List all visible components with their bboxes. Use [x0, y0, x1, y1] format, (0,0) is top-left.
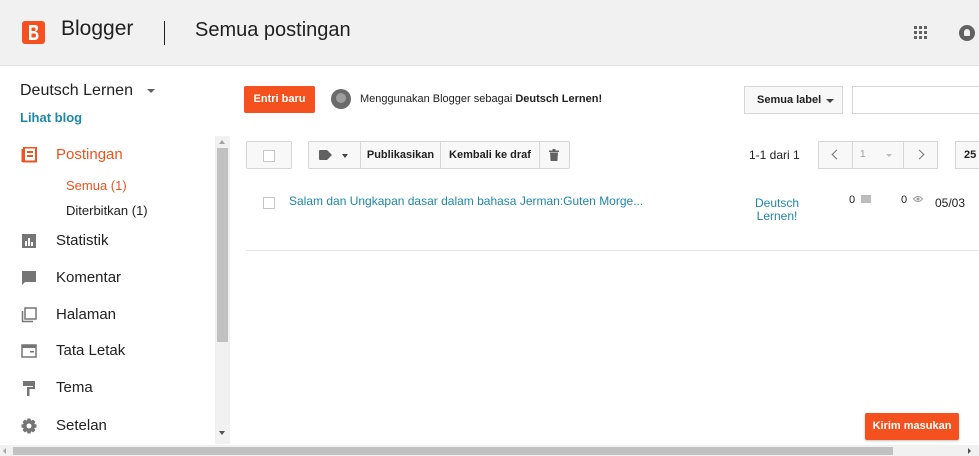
- label-filter-dropdown[interactable]: Semua label: [744, 86, 843, 114]
- layout-icon: [21, 344, 37, 358]
- using-prefix: Menggunakan Blogger sebagai: [360, 93, 516, 105]
- post-date: 05/03: [935, 196, 966, 210]
- comment-icon: [861, 195, 871, 203]
- sidebar-item-pages[interactable]: Halaman: [0, 300, 215, 330]
- sidebar-item-theme[interactable]: Tema: [0, 373, 215, 403]
- sidebar-item-posts[interactable]: Postingan: [0, 140, 215, 170]
- bulk-actions-toolbar: Publikasikan Kembali ke draf: [308, 141, 570, 169]
- pages-icon: [21, 307, 37, 323]
- header-divider: [164, 21, 165, 45]
- using-blog-name: Deutsch Lernen!: [515, 93, 603, 105]
- chevron-down-icon: [342, 154, 348, 158]
- sidebar-item-label: Tema: [56, 379, 93, 396]
- view-count: 0: [901, 194, 908, 206]
- settings-icon: [21, 418, 37, 434]
- eye-icon: [913, 196, 923, 202]
- sidebar-item-settings[interactable]: Setelan: [0, 411, 215, 441]
- sidebar-item-label: Komentar: [56, 269, 122, 286]
- sidebar-subitem-all[interactable]: Semua (1): [66, 178, 127, 193]
- select-all-checkbox-button[interactable]: [246, 141, 292, 169]
- sidebar-item-label: Setelan: [56, 417, 107, 434]
- post-blog-link[interactable]: Deutsch Lernen!: [747, 197, 807, 223]
- avatar[interactable]: [331, 89, 351, 109]
- sidebar-item-comments[interactable]: Komentar: [0, 263, 215, 293]
- label-filter-value: Semua label: [757, 94, 822, 106]
- previous-page-button[interactable]: [818, 141, 853, 169]
- sidebar-item-label: Statistik: [56, 232, 109, 249]
- search-input[interactable]: [852, 86, 979, 114]
- blog-selector[interactable]: Deutsch Lernen: [20, 82, 133, 100]
- view-blog-link[interactable]: Lihat blog: [20, 110, 82, 125]
- label-menu-button[interactable]: [309, 142, 361, 168]
- sidebar-item-label: Postingan: [56, 146, 123, 163]
- revert-to-draft-button[interactable]: Kembali ke draf: [441, 142, 540, 168]
- scroll-right-arrow-icon[interactable]: [968, 448, 971, 454]
- apps-grid-icon[interactable]: [914, 26, 928, 40]
- sidebar-subitem-published[interactable]: Diterbitkan (1): [66, 203, 148, 218]
- chevron-down-icon: [886, 154, 892, 157]
- trash-icon: [549, 149, 559, 161]
- page-select-value: 1: [860, 149, 866, 160]
- chevron-left-icon: [831, 149, 842, 160]
- brand-name[interactable]: Blogger: [61, 17, 133, 41]
- sidebar: Deutsch Lernen Lihat blog Postingan Semu…: [0, 67, 230, 445]
- scroll-left-arrow-icon[interactable]: [3, 448, 6, 454]
- label-tag-icon: [319, 150, 332, 160]
- scroll-up-arrow-icon[interactable]: [219, 140, 225, 144]
- stats-icon: [22, 234, 36, 248]
- delete-button[interactable]: [540, 142, 569, 168]
- sidebar-item-label: Halaman: [56, 306, 117, 323]
- scroll-down-arrow-icon[interactable]: [219, 431, 225, 435]
- horizontal-scrollbar-thumb[interactable]: [13, 447, 893, 455]
- chevron-right-icon: [914, 149, 925, 160]
- chevron-down-icon: [826, 99, 834, 103]
- pagination-summary: 1-1 dari 1: [749, 148, 800, 162]
- using-blogger-as-text: Menggunakan Blogger sebagai Deutsch Lern…: [360, 93, 602, 105]
- publish-button[interactable]: Publikasikan: [361, 142, 441, 168]
- sidebar-item-layout[interactable]: Tata Letak: [0, 336, 215, 366]
- top-header: Blogger Semua postingan: [0, 0, 979, 66]
- next-page-button[interactable]: [903, 141, 938, 169]
- sidebar-item-stats[interactable]: Statistik: [0, 226, 215, 256]
- post-title-link[interactable]: Salam dan Ungkapan dasar dalam bahasa Je…: [289, 194, 643, 208]
- checkbox[interactable]: [263, 150, 275, 162]
- chevron-down-icon[interactable]: [147, 89, 155, 93]
- notifications-icon[interactable]: [959, 25, 975, 41]
- page-title: Semua postingan: [195, 19, 351, 41]
- table-row[interactable]: Salam dan Ungkapan dasar dalam bahasa Je…: [246, 185, 979, 251]
- comment-icon: [22, 271, 36, 285]
- sidebar-scrollbar-thumb[interactable]: [217, 148, 228, 342]
- new-post-button[interactable]: Entri baru: [244, 86, 315, 113]
- comment-count: 0: [849, 194, 856, 206]
- sidebar-item-label: Tata Letak: [56, 342, 126, 359]
- blogger-logo-icon[interactable]: [22, 21, 45, 44]
- per-page-select[interactable]: 25: [955, 141, 979, 169]
- page-select[interactable]: 1: [852, 141, 904, 169]
- send-feedback-button[interactable]: Kirim masukan: [865, 413, 959, 440]
- theme-icon: [23, 381, 35, 396]
- posts-icon: [21, 147, 37, 163]
- row-checkbox[interactable]: [263, 197, 275, 209]
